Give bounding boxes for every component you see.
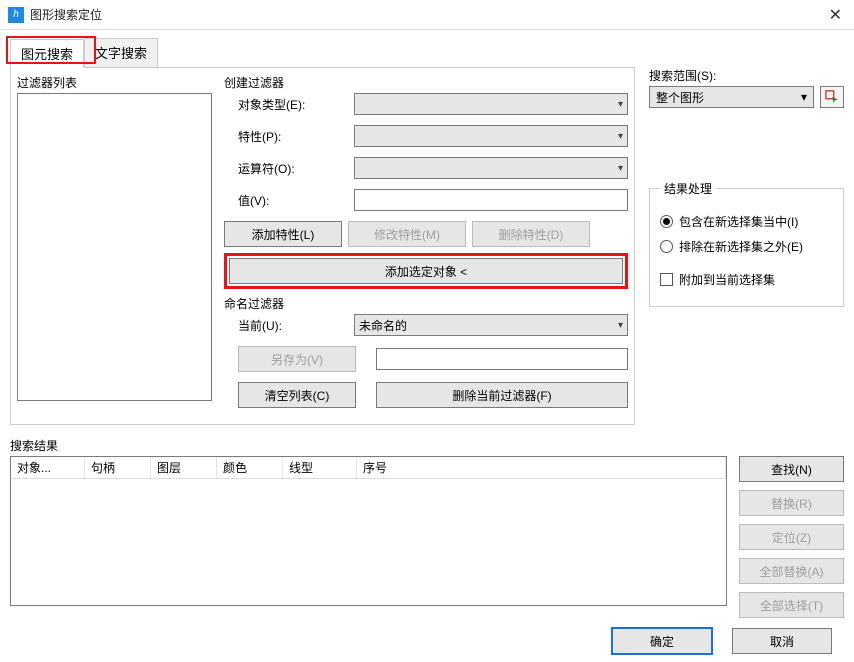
col-color[interactable]: 颜色 <box>217 457 283 478</box>
operator-label: 运算符(O): <box>224 160 354 177</box>
exclude-radio[interactable]: 排除在新选择集之外(E) <box>660 238 833 255</box>
current-filter-dropdown[interactable]: 未命名的 ▾ <box>354 314 628 336</box>
selection-icon <box>825 90 839 104</box>
ok-button[interactable]: 确定 <box>612 628 712 654</box>
result-handling-legend: 结果处理 <box>660 180 716 197</box>
add-property-button[interactable]: 添加特性(L) <box>224 221 342 247</box>
current-label: 当前(U): <box>224 317 354 334</box>
window-title: 图形搜索定位 <box>30 6 825 23</box>
results-table[interactable]: 对象... 句柄 图层 颜色 线型 序号 <box>10 456 727 606</box>
app-icon: h <box>8 7 24 23</box>
chevron-down-icon: ▾ <box>618 131 623 142</box>
tab-primitive-search[interactable]: 图元搜索 <box>10 39 84 68</box>
chevron-down-icon: ▾ <box>801 90 807 104</box>
property-label: 特性(P): <box>224 128 354 145</box>
current-filter-value: 未命名的 <box>359 317 407 334</box>
scope-dropdown[interactable]: 整个图形 ▾ <box>649 86 814 108</box>
find-button[interactable]: 查找(N) <box>739 456 844 482</box>
clear-list-button[interactable]: 清空列表(C) <box>238 382 356 408</box>
save-as-button[interactable]: 另存为(V) <box>238 346 356 372</box>
append-label: 附加到当前选择集 <box>679 271 775 288</box>
object-type-dropdown[interactable]: ▾ <box>354 93 628 115</box>
col-layer[interactable]: 图层 <box>151 457 217 478</box>
property-dropdown[interactable]: ▾ <box>354 125 628 147</box>
result-handling-group: 结果处理 包含在新选择集当中(I) 排除在新选择集之外(E) 附加到当前选择集 <box>649 180 844 307</box>
close-icon[interactable]: ✕ <box>825 5 846 25</box>
col-handle[interactable]: 句柄 <box>85 457 151 478</box>
col-linetype[interactable]: 线型 <box>283 457 357 478</box>
value-label: 值(V): <box>224 192 354 209</box>
radio-icon <box>660 240 673 253</box>
object-type-label: 对象类型(E): <box>224 96 354 113</box>
scope-value: 整个图形 <box>656 89 704 106</box>
results-label: 搜索结果 <box>10 437 844 454</box>
add-selected-objects-button[interactable]: 添加选定对象 < <box>229 258 623 284</box>
include-radio[interactable]: 包含在新选择集当中(I) <box>660 213 833 230</box>
results-header: 对象... 句柄 图层 颜色 线型 序号 <box>11 457 726 479</box>
radio-icon <box>660 215 673 228</box>
cancel-button[interactable]: 取消 <box>732 628 832 654</box>
chevron-down-icon: ▾ <box>618 320 623 331</box>
include-label: 包含在新选择集当中(I) <box>679 213 798 230</box>
chevron-down-icon: ▾ <box>618 163 623 174</box>
col-index[interactable]: 序号 <box>357 457 726 478</box>
operator-dropdown[interactable]: ▾ <box>354 157 628 179</box>
append-checkbox[interactable]: 附加到当前选择集 <box>660 271 833 288</box>
chevron-down-icon: ▾ <box>618 99 623 110</box>
create-filter-title: 创建过滤器 <box>224 74 628 91</box>
tab-bar: 图元搜索 文字搜索 <box>10 38 844 67</box>
filter-list-label: 过滤器列表 <box>17 74 212 91</box>
named-filter-title: 命名过滤器 <box>224 295 628 312</box>
checkbox-icon <box>660 273 673 286</box>
edit-property-button[interactable]: 修改特性(M) <box>348 221 466 247</box>
scope-label: 搜索范围(S): <box>649 67 844 84</box>
replace-all-button[interactable]: 全部替换(A) <box>739 558 844 584</box>
select-all-button[interactable]: 全部选择(T) <box>739 592 844 618</box>
highlight-add-selected-box: 添加选定对象 < <box>224 253 628 289</box>
col-object[interactable]: 对象... <box>11 457 85 478</box>
value-input[interactable] <box>354 189 628 211</box>
tab-text-search[interactable]: 文字搜索 <box>84 38 158 67</box>
locate-button[interactable]: 定位(Z) <box>739 524 844 550</box>
delete-current-filter-button[interactable]: 删除当前过滤器(F) <box>376 382 628 408</box>
pick-in-drawing-button[interactable] <box>820 86 844 108</box>
replace-button[interactable]: 替换(R) <box>739 490 844 516</box>
save-as-input[interactable] <box>376 348 628 370</box>
titlebar: h 图形搜索定位 ✕ <box>0 0 854 30</box>
filter-list-box[interactable] <box>17 93 212 401</box>
delete-property-button[interactable]: 删除特性(D) <box>472 221 590 247</box>
exclude-label: 排除在新选择集之外(E) <box>679 238 803 255</box>
